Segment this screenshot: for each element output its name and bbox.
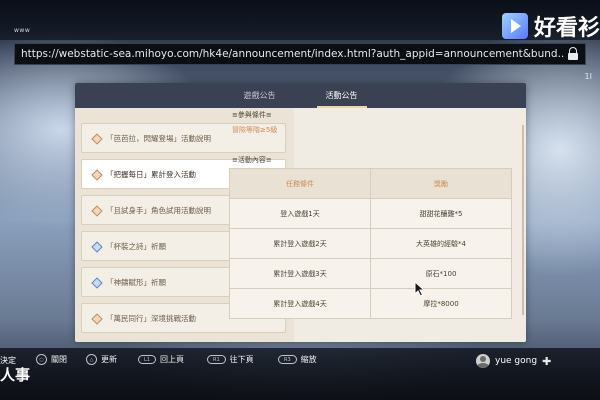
page-down-label: 往下頁 bbox=[229, 355, 254, 364]
diamond-icon bbox=[91, 205, 103, 217]
refresh-label: 更新 bbox=[101, 355, 117, 364]
lock-icon bbox=[565, 46, 581, 62]
mouse-cursor-icon bbox=[414, 281, 426, 297]
table-cell: 大英雄的經驗*4 bbox=[370, 228, 512, 259]
circle-button-icon: ○ bbox=[36, 354, 47, 365]
list-item-label: 「神鑄賦形」祈願 bbox=[106, 277, 166, 287]
subtitle-text: 人事 bbox=[0, 366, 31, 384]
blue-diamond-icon bbox=[91, 241, 103, 253]
details-title: ≡活動內容≡ bbox=[232, 156, 272, 164]
table-cell: 登入遊戲1天 bbox=[229, 198, 371, 229]
scrollbar[interactable] bbox=[522, 125, 524, 315]
list-item-label: 「把握每日」累計登入活動 bbox=[106, 169, 196, 179]
blue-diamond-icon bbox=[91, 277, 103, 289]
diamond-icon bbox=[91, 313, 103, 325]
table-cell: 原石*100 bbox=[370, 258, 512, 289]
column-header: 任務條件 bbox=[229, 168, 371, 199]
url-bar[interactable]: https://webstatic-sea.mihoyo.com/hk4e/an… bbox=[14, 43, 586, 65]
play-logo-icon bbox=[501, 13, 528, 39]
table-row: 累計登入遊戲2天 大英雄的經驗*4 bbox=[229, 228, 512, 259]
url-text[interactable]: https://webstatic-sea.mihoyo.com/hk4e/an… bbox=[15, 48, 565, 60]
list-item-label: 「杯裝之詩」祈願 bbox=[106, 241, 166, 251]
username: yue gong bbox=[495, 356, 538, 366]
diamond-icon bbox=[91, 169, 103, 181]
table-row: 登入遊戲1天 甜甜花釀雞*5 bbox=[229, 198, 512, 229]
close-label: 關閉 bbox=[51, 355, 67, 364]
page-up-hint[interactable]: L1 回上頁 bbox=[138, 354, 184, 365]
page-down-hint[interactable]: R1 往下頁 bbox=[207, 354, 254, 365]
diamond-icon bbox=[91, 133, 103, 145]
watermark-text: 好看衫 bbox=[533, 16, 600, 41]
r3-button-icon: R3 bbox=[278, 355, 297, 364]
list-item-label: 「且試身手」角色試用活動說明 bbox=[106, 205, 211, 215]
requirement-title: ≡參與條件≡ bbox=[232, 111, 272, 119]
table-cell: 累計登入遊戲4天 bbox=[229, 288, 371, 319]
avatar bbox=[476, 354, 490, 368]
column-header: 獎勵 bbox=[370, 168, 512, 199]
r1-button-icon: R1 bbox=[207, 355, 226, 364]
close-hint[interactable]: ○ 關閉 bbox=[36, 354, 67, 365]
requirement-value: 冒險等階≥5級 bbox=[232, 126, 278, 134]
table-cell: 摩拉*8000 bbox=[370, 288, 512, 319]
zoom-hint[interactable]: R3 縮放 bbox=[278, 354, 317, 365]
page-up-label: 回上頁 bbox=[159, 355, 184, 364]
panel-header: 遊戲公告 活動公告 bbox=[75, 83, 526, 108]
plus-icon: ✚ bbox=[542, 354, 552, 368]
side-mark: 1I bbox=[584, 72, 592, 81]
table-row: 累計登入遊戲3天 原石*100 bbox=[229, 258, 512, 289]
reward-table-wrap: 任務條件 獎勵 登入遊戲1天 甜甜花釀雞*5 累計登入遊戲2天 大英雄的經驗*4… bbox=[229, 168, 512, 326]
table-header-row: 任務條件 獎勵 bbox=[229, 168, 512, 199]
table-cell: 甜甜花釀雞*5 bbox=[370, 198, 512, 229]
triangle-button-icon: △ bbox=[86, 354, 97, 365]
zoom-label: 縮放 bbox=[300, 355, 317, 364]
table-cell: 累計登入遊戲3天 bbox=[229, 258, 371, 289]
user-info: yue gong ✚ bbox=[476, 354, 551, 368]
tab-game-announcements[interactable]: 遊戲公告 bbox=[219, 83, 301, 108]
table-cell: 累計登入遊戲2天 bbox=[229, 228, 371, 259]
refresh-hint[interactable]: △ 更新 bbox=[86, 354, 117, 365]
l1-button-icon: L1 bbox=[138, 355, 156, 364]
list-item-label: 「芭芭拉，閃耀登場」活動說明 bbox=[106, 133, 211, 143]
www-icon: www bbox=[14, 27, 31, 34]
list-item-label: 「萬民同行」深境挑戰活動 bbox=[106, 313, 196, 323]
watermark: 好看衫 bbox=[501, 10, 600, 42]
reward-table: 任務條件 獎勵 登入遊戲1天 甜甜花釀雞*5 累計登入遊戲2天 大英雄的經驗*4… bbox=[229, 168, 512, 319]
tab-event-announcements[interactable]: 活動公告 bbox=[301, 83, 383, 108]
table-row: 累計登入遊戲4天 摩拉*8000 bbox=[229, 288, 512, 319]
